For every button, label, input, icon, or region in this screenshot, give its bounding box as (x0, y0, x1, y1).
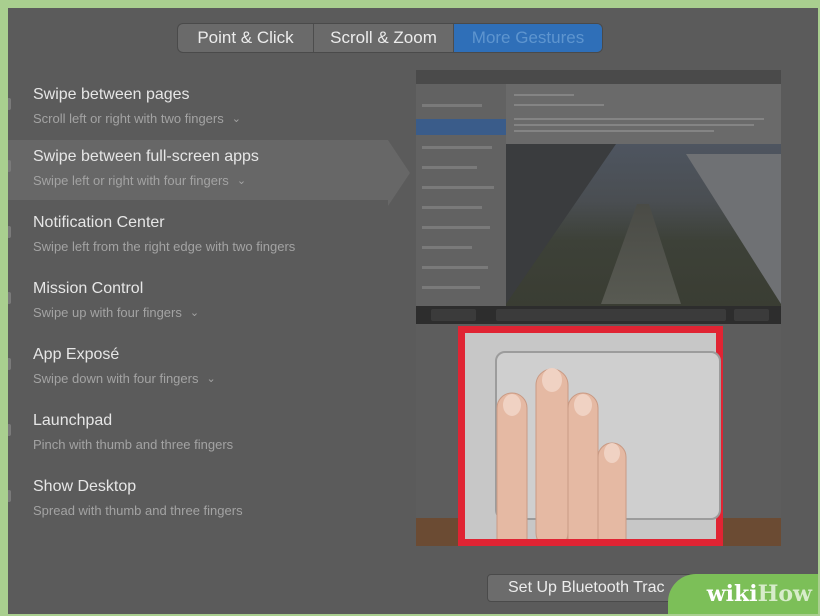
gesture-subtitle: Pinch with thumb and three fingers (33, 437, 234, 452)
four-finger-hand-icon (496, 368, 627, 539)
checkbox[interactable] (8, 292, 11, 304)
gesture-swipe-fullscreen-apps[interactable]: Swipe between full-screen apps Swipe lef… (8, 140, 410, 206)
gesture-subtitle: Swipe left or right with four fingers (33, 173, 229, 188)
gesture-app-expose[interactable]: App Exposé Swipe down with four fingers ⌄ (8, 338, 388, 398)
gesture-title: Notification Center (33, 214, 165, 231)
trackpad-highlight (458, 326, 723, 546)
chevron-down-icon: ⌄ (189, 307, 200, 319)
gesture-notification-center[interactable]: Notification Center Swipe left from the … (8, 206, 388, 266)
checkbox[interactable] (8, 424, 11, 436)
watermark-wiki: wiki (706, 581, 758, 607)
preview-mail-body (506, 84, 781, 144)
gesture-mission-control[interactable]: Mission Control Swipe up with four finge… (8, 272, 388, 332)
gesture-show-desktop[interactable]: Show Desktop Spread with thumb and three… (8, 470, 388, 530)
checkbox[interactable] (8, 226, 11, 238)
checkbox[interactable] (8, 160, 11, 172)
checkbox[interactable] (8, 98, 11, 110)
gesture-title: Swipe between pages (33, 86, 190, 103)
tab-more-gestures[interactable]: More Gestures (454, 24, 602, 52)
gesture-tabs: Point & Click Scroll & Zoom More Gesture… (178, 24, 602, 52)
chevron-down-icon: ⌄ (236, 175, 247, 187)
gesture-option-dropdown[interactable]: Swipe down with four fingers ⌄ (33, 371, 216, 386)
preview-keyboard (416, 306, 781, 324)
gesture-subtitle: Scroll left or right with two fingers (33, 111, 224, 126)
gesture-title: Launchpad (33, 412, 113, 429)
gesture-subtitle: Swipe left from the right edge with two … (33, 239, 296, 254)
chevron-down-icon: ⌄ (206, 373, 216, 385)
gesture-title: Mission Control (33, 280, 144, 297)
preview-toolbar (416, 70, 781, 85)
gesture-title: Show Desktop (33, 478, 137, 495)
watermark-how: How (757, 581, 812, 607)
chevron-down-icon: ⌄ (231, 113, 241, 125)
selection-arrow (388, 140, 410, 206)
gesture-title: Swipe between full-screen apps (33, 148, 259, 165)
preview-mail-list (416, 84, 506, 306)
gesture-subtitle: Swipe up with four fingers (33, 305, 182, 320)
gesture-swipe-between-pages[interactable]: Swipe between pages Scroll left or right… (8, 78, 388, 138)
checkbox[interactable] (8, 490, 11, 502)
gesture-option-dropdown[interactable]: Swipe left or right with four fingers ⌄ (33, 173, 246, 188)
gesture-launchpad[interactable]: Launchpad Pinch with thumb and three fin… (8, 404, 388, 464)
preview-landscape-image (506, 144, 781, 306)
tab-point-click[interactable]: Point & Click (178, 24, 314, 52)
gesture-option-dropdown[interactable]: Swipe up with four fingers ⌄ (33, 305, 199, 320)
gesture-title: App Exposé (33, 346, 120, 363)
gesture-preview (416, 70, 781, 546)
gesture-subtitle: Spread with thumb and three fingers (33, 503, 243, 518)
wikihow-watermark: wiki How (668, 574, 818, 614)
tab-scroll-zoom[interactable]: Scroll & Zoom (314, 24, 454, 52)
checkbox[interactable] (8, 358, 11, 370)
trackpad-preferences-panel: Point & Click Scroll & Zoom More Gesture… (8, 8, 818, 614)
gesture-option-dropdown[interactable]: Scroll left or right with two fingers ⌄ (33, 111, 241, 126)
gesture-subtitle: Swipe down with four fingers (33, 371, 199, 386)
